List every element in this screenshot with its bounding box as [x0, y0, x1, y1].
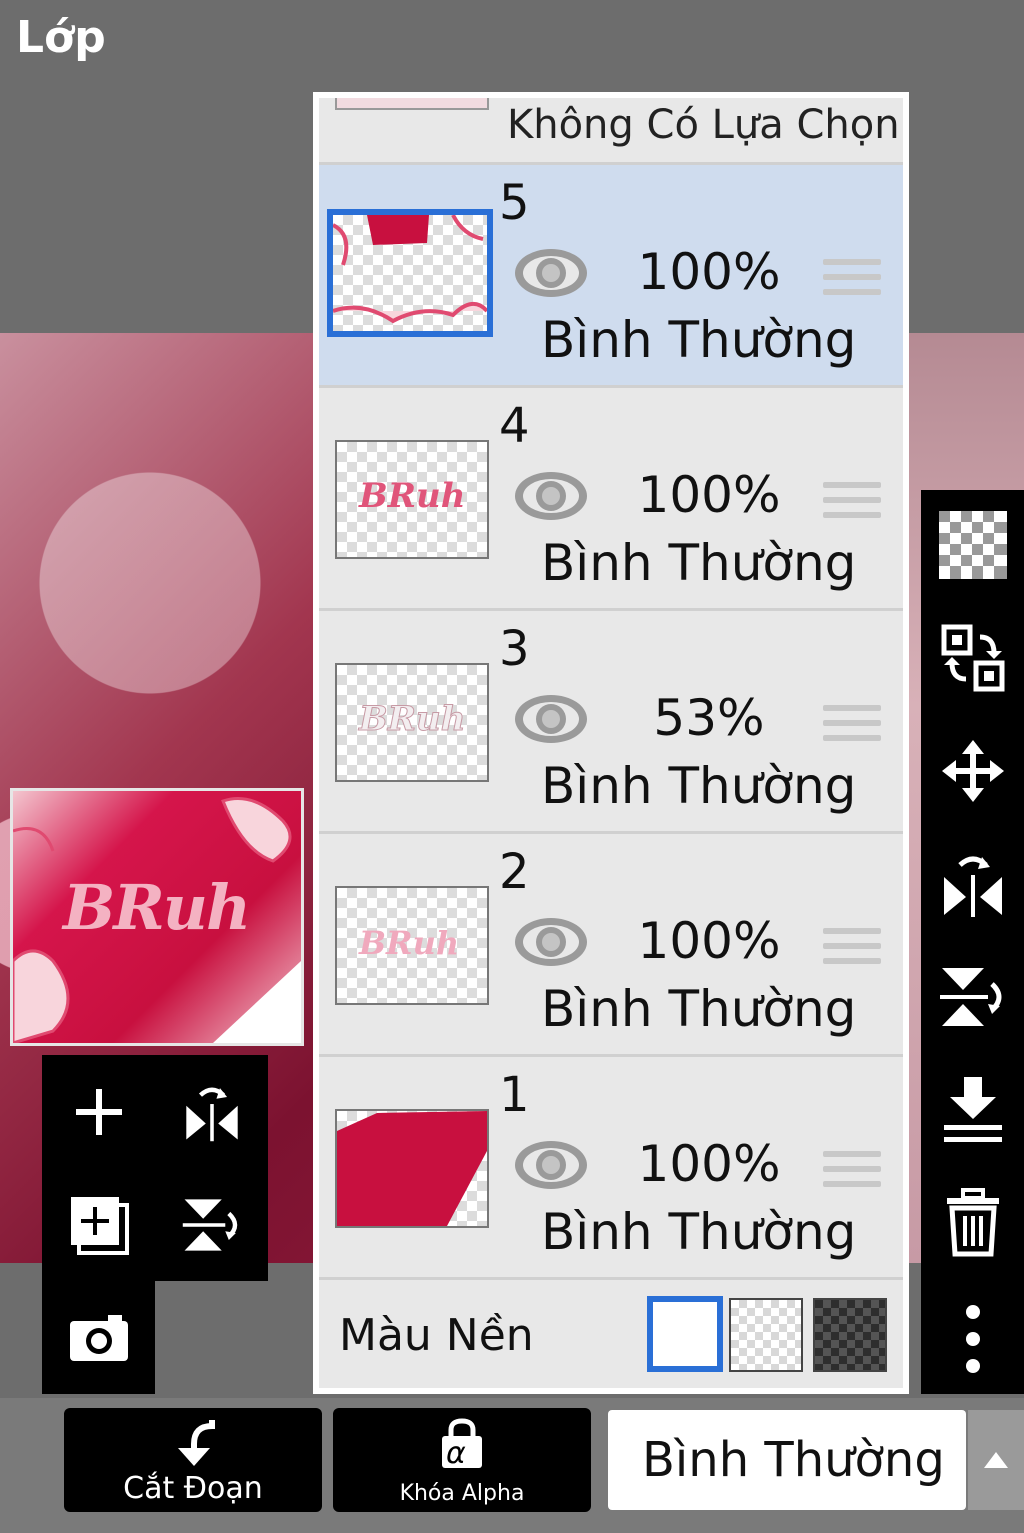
- layer-number: 4: [499, 398, 530, 454]
- blend-mode-value: Bình Thường: [642, 1432, 945, 1488]
- layer-number: 5: [499, 175, 530, 231]
- visibility-eye-icon[interactable]: [511, 689, 591, 749]
- layer-opacity[interactable]: 100%: [619, 243, 799, 301]
- add-layer-icon[interactable]: [42, 1055, 155, 1168]
- layer-thumbnail[interactable]: [327, 209, 493, 337]
- swap-layers-icon[interactable]: [921, 603, 1024, 713]
- layer-blend-mode[interactable]: Bình Thường: [541, 980, 856, 1038]
- alpha-glyph: α: [446, 1436, 466, 1471]
- flip-vertical-icon[interactable]: [155, 1168, 268, 1281]
- thumbnail-text: BRuh: [358, 699, 466, 740]
- layer-thumbnail[interactable]: [335, 1109, 489, 1228]
- clip-button[interactable]: Cắt Đoạn: [64, 1408, 322, 1512]
- drag-handle-icon[interactable]: [823, 259, 881, 304]
- background-white-swatch[interactable]: [647, 1296, 723, 1372]
- background-color-row: Màu Nền: [319, 1284, 903, 1388]
- clip-label: Cắt Đoạn: [123, 1471, 263, 1506]
- alpha-lock-label: Khóa Alpha: [399, 1481, 525, 1506]
- move-icon[interactable]: [921, 716, 1024, 826]
- flip-vertical-icon[interactable]: [921, 942, 1024, 1052]
- layer-blend-mode[interactable]: Bình Thường: [541, 757, 856, 815]
- thumbnail-text: BRuh: [359, 924, 460, 962]
- transparency-icon[interactable]: [921, 490, 1024, 600]
- layer-blend-mode[interactable]: Bình Thường: [541, 311, 856, 369]
- trash-icon[interactable]: [921, 1168, 1024, 1278]
- canvas-preview[interactable]: BRuh: [10, 788, 304, 1046]
- visibility-eye-icon[interactable]: [511, 466, 591, 526]
- layer-row-2[interactable]: 2 BRuh 100% Bình Thường: [319, 834, 903, 1057]
- layer-blend-mode[interactable]: Bình Thường: [541, 1203, 856, 1261]
- no-selection-label: Không Có Lựa Chọn: [507, 102, 900, 148]
- drag-handle-icon[interactable]: [823, 482, 881, 527]
- merge-down-icon[interactable]: [921, 1055, 1024, 1165]
- more-icon[interactable]: [921, 1284, 1024, 1394]
- camera-icon[interactable]: [42, 1281, 155, 1394]
- layer-row-1[interactable]: 1 100% Bình Thường: [319, 1057, 903, 1280]
- clip-arrow-icon: [178, 1420, 215, 1466]
- layer-thumbnail[interactable]: BRuh: [335, 440, 489, 559]
- layer-thumbnail[interactable]: BRuh: [335, 663, 489, 782]
- drag-handle-icon[interactable]: [823, 928, 881, 973]
- layer-opacity[interactable]: 100%: [619, 466, 799, 524]
- page-title: Lớp: [16, 12, 106, 63]
- drag-handle-icon[interactable]: [823, 1151, 881, 1196]
- chevron-up-icon[interactable]: [968, 1410, 1024, 1510]
- background-color-label: Màu Nền: [339, 1310, 534, 1361]
- background-transparent-dark-swatch[interactable]: [813, 1298, 887, 1372]
- layer-row-3[interactable]: 3 BRuh 53% Bình Thường: [319, 611, 903, 834]
- selection-thumbnail: [335, 98, 489, 110]
- layer-row-4[interactable]: 4 BRuh 100% Bình Thường: [319, 388, 903, 611]
- layer-opacity[interactable]: 53%: [619, 689, 799, 747]
- flip-horizontal-icon[interactable]: [921, 829, 1024, 939]
- layer-opacity[interactable]: 100%: [619, 912, 799, 970]
- layer-number: 2: [499, 844, 530, 900]
- visibility-eye-icon[interactable]: [511, 1135, 591, 1195]
- layer-blend-mode[interactable]: Bình Thường: [541, 534, 856, 592]
- flip-horizontal-icon[interactable]: [155, 1055, 268, 1168]
- thumbnail-text: BRuh: [359, 476, 466, 516]
- add-layer-copy-icon[interactable]: [42, 1168, 155, 1281]
- visibility-eye-icon[interactable]: [511, 912, 591, 972]
- layer-number: 1: [499, 1067, 530, 1123]
- layer-number: 3: [499, 621, 530, 677]
- layer-opacity[interactable]: 100%: [619, 1135, 799, 1193]
- preview-text: BRuh: [63, 871, 251, 944]
- alpha-lock-button[interactable]: α Khóa Alpha: [333, 1408, 591, 1512]
- background-transparent-light-swatch[interactable]: [729, 1298, 803, 1372]
- left-toolbar: [42, 1055, 268, 1281]
- blend-mode-select[interactable]: Bình Thường: [608, 1410, 966, 1510]
- layer-panel: Không Có Lựa Chọn 5 100% Bình Thường 4 B…: [313, 92, 909, 1394]
- visibility-eye-icon[interactable]: [511, 243, 591, 303]
- right-toolbar: [921, 490, 1024, 1394]
- left-toolbar-bottom: [42, 1281, 155, 1394]
- layer-thumbnail[interactable]: BRuh: [335, 886, 489, 1005]
- bottom-bar: Cắt Đoạn α Khóa Alpha Bình Thường: [0, 1398, 1024, 1533]
- layer-row-5[interactable]: 5 100% Bình Thường: [319, 165, 903, 388]
- no-selection-row[interactable]: Không Có Lựa Chọn: [319, 98, 903, 165]
- drag-handle-icon[interactable]: [823, 705, 881, 750]
